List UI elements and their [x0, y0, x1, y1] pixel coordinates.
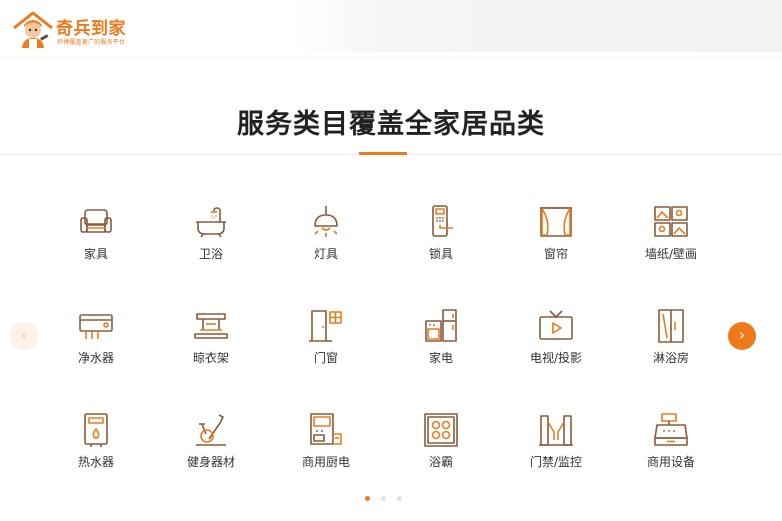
category-item-commercial-equipment[interactable]: 商用设备 — [613, 408, 729, 478]
bathtub-icon — [193, 204, 229, 240]
category-label: 浴霸 — [428, 455, 453, 469]
carousel-next-button[interactable]: › — [728, 322, 756, 350]
category-label: 灯具 — [313, 247, 338, 261]
top-bar: 奇兵到家 师傅覆盖更广的服务平台 — [0, 0, 782, 56]
category-item-furniture[interactable]: 家具 — [38, 200, 154, 270]
pagination-dot-1[interactable] — [365, 496, 370, 501]
commercial-kitchen-icon — [308, 412, 344, 448]
category-label: 净水器 — [77, 351, 114, 365]
category-item-tv[interactable]: 电视/投影 — [498, 304, 614, 374]
mascot-logo-icon — [13, 11, 53, 48]
cash-register-icon — [653, 412, 689, 448]
carousel-prev-button[interactable]: ‹ — [10, 322, 38, 350]
appliance-icon — [423, 308, 459, 344]
tv-icon — [538, 308, 574, 344]
category-label: 门窗 — [313, 351, 338, 365]
section-title: 服务类目覆盖全家居品类 — [237, 109, 545, 140]
header-banner-fade — [290, 0, 782, 52]
water-heater-icon — [78, 412, 114, 448]
category-item-bath-heater[interactable]: 浴霸 — [383, 408, 499, 478]
door-window-icon — [308, 308, 344, 344]
brand-name: 奇兵到家 — [56, 19, 126, 39]
chevron-right-icon: › — [739, 326, 745, 344]
category-label: 家具 — [83, 247, 108, 261]
category-item-water-purifier[interactable]: 净水器 — [38, 304, 154, 374]
pendant-lamp-icon — [308, 204, 344, 240]
water-purifier-icon — [78, 308, 114, 344]
brand-slogan: 师傅覆盖更广的服务平台 — [57, 39, 126, 46]
wall-painting-icon — [653, 204, 689, 240]
curtain-icon — [538, 204, 574, 240]
category-item-curtain[interactable]: 窗帘 — [498, 200, 614, 270]
category-item-door-window[interactable]: 门窗 — [268, 304, 384, 374]
category-label: 商用厨电 — [301, 455, 350, 469]
category-label: 门禁/监控 — [529, 455, 583, 469]
category-label: 热水器 — [77, 455, 114, 469]
door-lock-icon — [423, 204, 459, 240]
category-item-clothes-rack[interactable]: 晾衣架 — [153, 304, 269, 374]
category-item-access-control[interactable]: 门禁/监控 — [498, 408, 614, 478]
brand-logo[interactable]: 奇兵到家 师傅覆盖更广的服务平台 — [10, 10, 140, 50]
category-item-lamp[interactable]: 灯具 — [268, 200, 384, 270]
category-item-bathroom[interactable]: 卫浴 — [153, 200, 269, 270]
category-label: 淋浴房 — [652, 351, 689, 365]
category-label: 窗帘 — [543, 247, 568, 261]
category-label: 家电 — [428, 351, 453, 365]
category-label: 锁具 — [428, 247, 453, 261]
category-item-lock[interactable]: 锁具 — [383, 200, 499, 270]
chevron-left-icon: ‹ — [21, 326, 27, 344]
category-label: 电视/投影 — [529, 351, 583, 365]
bath-heater-icon — [423, 412, 459, 448]
category-grid: 家具 卫浴 灯具 锁具 窗帘 墙纸/壁画 净水器 晾衣架 门窗 家电 电视/投影… — [38, 200, 728, 480]
access-gate-icon — [538, 412, 574, 448]
category-item-fitness[interactable]: 健身器材 — [153, 408, 269, 478]
title-accent-bar — [359, 152, 407, 155]
exercise-bike-icon — [193, 412, 229, 448]
sofa-icon — [78, 204, 114, 240]
category-item-wallpaper[interactable]: 墙纸/壁画 — [613, 200, 729, 270]
category-label: 晾衣架 — [192, 351, 229, 365]
category-item-commercial-kitchen[interactable]: 商用厨电 — [268, 408, 384, 478]
category-item-shower-room[interactable]: 淋浴房 — [613, 304, 729, 374]
pagination-dot-3[interactable] — [397, 496, 402, 501]
category-label: 墙纸/壁画 — [644, 247, 698, 261]
category-item-appliance[interactable]: 家电 — [383, 304, 499, 374]
pagination-dot-2[interactable] — [381, 496, 386, 501]
category-label: 健身器材 — [186, 455, 235, 469]
category-label: 商用设备 — [646, 455, 695, 469]
shower-room-icon — [653, 308, 689, 344]
category-label: 卫浴 — [198, 247, 223, 261]
carousel-pagination — [362, 496, 412, 504]
category-item-water-heater[interactable]: 热水器 — [38, 408, 154, 478]
clothes-rack-icon — [193, 308, 229, 344]
